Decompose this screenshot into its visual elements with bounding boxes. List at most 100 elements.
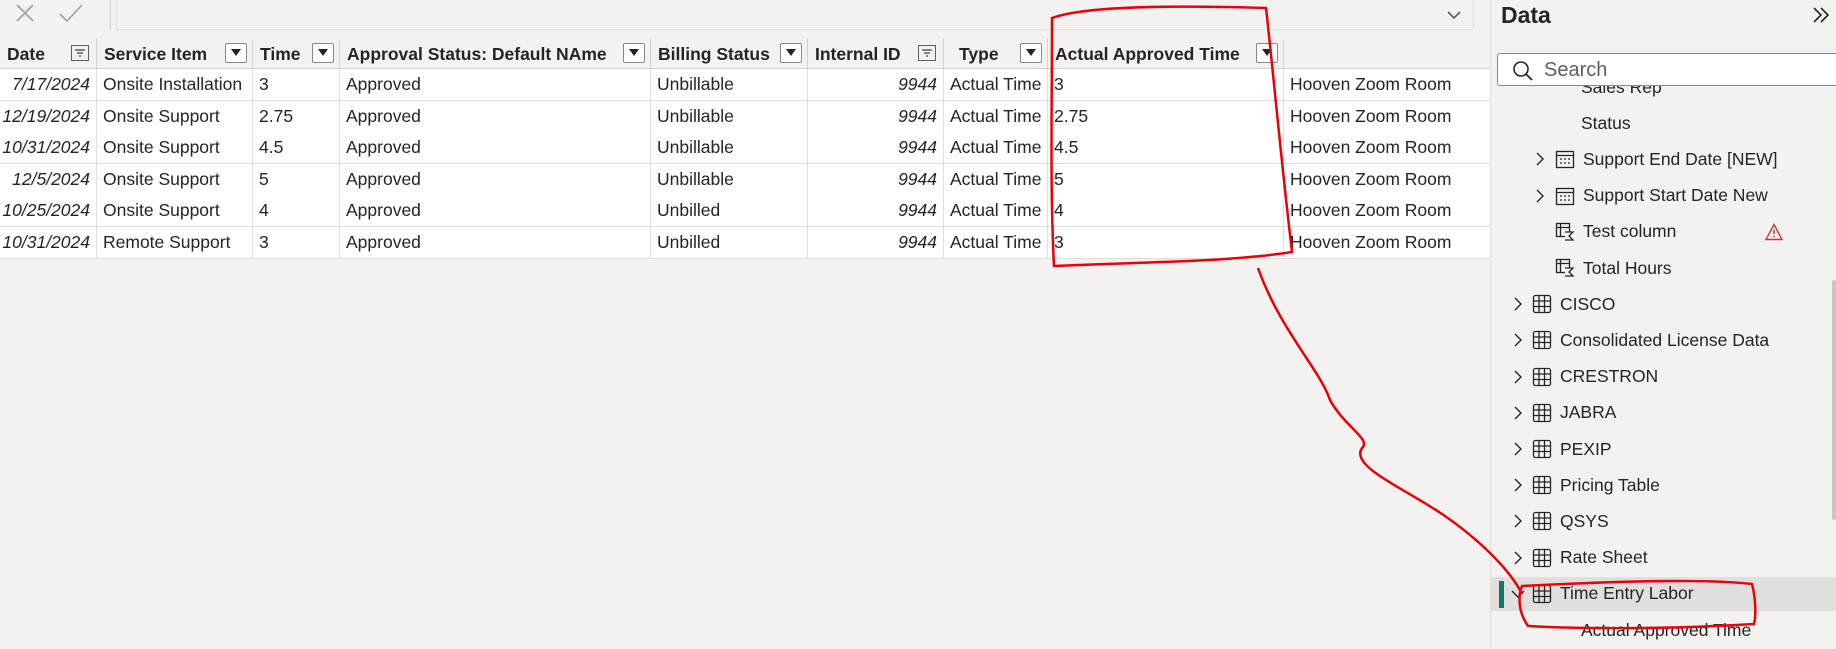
cell-date[interactable]: 10/31/2024 — [0, 132, 97, 164]
warning-icon[interactable] — [1765, 222, 1783, 241]
cell-time[interactable]: 5 — [253, 163, 340, 195]
cell-approval-status[interactable]: Approved — [340, 69, 651, 100]
search-input[interactable] — [1544, 58, 1824, 82]
cell-location[interactable]: Hooven Zoom Room — [1284, 69, 1490, 100]
cell-billing-status[interactable]: Unbillable — [651, 163, 808, 195]
cell-type[interactable]: Actual Time — [944, 227, 1048, 258]
cell-internal-id[interactable]: 9944 — [808, 100, 944, 132]
column-filter-button[interactable] — [312, 43, 334, 63]
cell-type[interactable]: Actual Time — [944, 100, 1048, 132]
scrollbar[interactable] — [1832, 280, 1836, 520]
column-header-time[interactable]: Time — [253, 39, 340, 69]
field-item-status[interactable]: Status — [1491, 106, 1836, 140]
cell-time[interactable]: 3 — [253, 227, 340, 258]
field-item-sales-rep[interactable]: Sales Rep — [1491, 86, 1836, 104]
cell-service-item[interactable]: Onsite Support — [97, 132, 253, 164]
formula-input[interactable] — [116, 0, 1474, 30]
table-item-jabra[interactable]: JABRA — [1491, 396, 1836, 430]
cell-billing-status[interactable]: Unbillable — [651, 132, 808, 164]
cell-time[interactable]: 4.5 — [253, 132, 340, 164]
cell-service-item[interactable]: Remote Support — [97, 227, 253, 258]
field-item-support-start-date-new[interactable]: Support Start Date New — [1491, 179, 1836, 213]
cell-date[interactable]: 10/31/2024 — [0, 227, 97, 258]
sort-filter-button[interactable] — [916, 43, 938, 63]
cell-approval-status[interactable]: Approved — [340, 163, 651, 195]
column-filter-button[interactable] — [1020, 43, 1042, 63]
sort-filter-button[interactable] — [69, 43, 91, 63]
chevron-right-icon[interactable] — [1533, 189, 1547, 203]
cell-billing-status[interactable]: Unbillable — [651, 69, 808, 100]
column-header-approval-status[interactable]: Approval Status: Default NAme — [340, 39, 651, 69]
field-item-test-column[interactable]: Test column — [1491, 215, 1836, 249]
chevron-right-icon[interactable] — [1511, 551, 1525, 565]
table-item-qsys[interactable]: QSYS — [1491, 504, 1836, 538]
cell-internal-id[interactable]: 9944 — [808, 132, 944, 164]
cell-location[interactable]: Hooven Zoom Room — [1284, 164, 1490, 195]
table-row[interactable]: 10/25/2024 Onsite Support 4 Approved Unbille… — [0, 195, 1490, 228]
field-item-actual-approved-time[interactable]: Actual Approved Time — [1491, 613, 1836, 647]
cell-actual-approved-time[interactable]: 4.5 — [1048, 132, 1284, 164]
column-header-billing-status[interactable]: Billing Status — [651, 39, 808, 69]
cell-approval-status[interactable]: Approved — [340, 132, 651, 164]
cell-approval-status[interactable]: Approved — [340, 227, 651, 258]
cell-date[interactable]: 10/25/2024 — [0, 195, 97, 227]
cell-service-item[interactable]: Onsite Support — [97, 163, 253, 195]
cell-time[interactable]: 2.75 — [253, 100, 340, 132]
table-item-consolidated-license-data[interactable]: Consolidated License Data — [1491, 323, 1836, 357]
table-row[interactable]: 7/17/2024 Onsite Installation 3 Approved Unb… — [0, 69, 1490, 101]
cell-actual-approved-time[interactable]: 2.75 — [1048, 100, 1284, 132]
column-header-service-item[interactable]: Service Item — [97, 39, 253, 69]
column-header-type[interactable]: Type — [944, 39, 1048, 69]
table-item-rate-sheet[interactable]: Rate Sheet — [1491, 541, 1836, 575]
table-item-pricing-table[interactable]: Pricing Table — [1491, 468, 1836, 502]
table-item-pexip[interactable]: PEXIP — [1491, 432, 1836, 466]
table-row[interactable]: 12/19/2024 Onsite Support 2.75 Approved Unbi… — [0, 100, 1490, 133]
column-header-date[interactable]: Date — [0, 39, 97, 69]
column-header-actual-approved-time[interactable]: Actual Approved Time — [1048, 39, 1284, 69]
collapse-pane-button[interactable] — [1810, 4, 1832, 31]
chevron-down-icon[interactable] — [1511, 587, 1525, 601]
column-filter-button[interactable] — [225, 43, 247, 63]
cell-internal-id[interactable]: 9944 — [808, 163, 944, 195]
chevron-right-icon[interactable] — [1533, 152, 1547, 166]
cell-billing-status[interactable]: Unbilled — [651, 195, 808, 227]
cell-date[interactable]: 12/5/2024 — [0, 163, 97, 195]
cell-type[interactable]: Actual Time — [944, 69, 1048, 100]
cell-time[interactable]: 4 — [253, 195, 340, 227]
cell-date[interactable]: 12/19/2024 — [0, 100, 97, 132]
cell-location[interactable]: Hooven Zoom Room — [1284, 227, 1490, 258]
cell-internal-id[interactable]: 9944 — [808, 69, 944, 100]
search-box[interactable] — [1497, 53, 1836, 86]
table-row[interactable]: 12/5/2024 Onsite Support 5 Approved Unbillab… — [0, 163, 1490, 196]
column-filter-button[interactable] — [623, 43, 645, 63]
cell-actual-approved-time[interactable]: 3 — [1048, 69, 1284, 100]
cell-location[interactable]: Hooven Zoom Room — [1284, 132, 1490, 163]
table-item-time-entry-labor[interactable]: Time Entry Labor — [1491, 576, 1836, 611]
field-item-total-hours[interactable]: Total Hours — [1491, 251, 1836, 285]
commit-button[interactable] — [54, 0, 88, 26]
cancel-button[interactable] — [8, 0, 42, 26]
cell-actual-approved-time[interactable]: 4 — [1048, 195, 1284, 227]
chevron-right-icon[interactable] — [1511, 442, 1525, 456]
cell-type[interactable]: Actual Time — [944, 132, 1048, 164]
cell-type[interactable]: Actual Time — [944, 195, 1048, 227]
cell-location[interactable]: Hooven Zoom Room — [1284, 195, 1490, 226]
cell-approval-status[interactable]: Approved — [340, 100, 651, 132]
cell-service-item[interactable]: Onsite Installation — [97, 69, 253, 100]
cell-actual-approved-time[interactable]: 5 — [1048, 163, 1284, 195]
column-header-internal-id[interactable]: Internal ID — [808, 39, 944, 69]
cell-service-item[interactable]: Onsite Support — [97, 100, 253, 132]
cell-type[interactable]: Actual Time — [944, 163, 1048, 195]
column-filter-button[interactable] — [1256, 43, 1278, 63]
column-filter-button[interactable] — [780, 43, 802, 63]
chevron-right-icon[interactable] — [1511, 333, 1525, 347]
cell-service-item[interactable]: Onsite Support — [97, 195, 253, 227]
chevron-right-icon[interactable] — [1511, 514, 1525, 528]
table-item-cisco[interactable]: CISCO — [1491, 287, 1836, 321]
cell-approval-status[interactable]: Approved — [340, 195, 651, 227]
table-row[interactable]: 10/31/2024 Onsite Support 4.5 Approved Unbil… — [0, 132, 1490, 165]
cell-date[interactable]: 7/17/2024 — [0, 69, 97, 100]
cell-billing-status[interactable]: Unbillable — [651, 100, 808, 132]
chevron-right-icon[interactable] — [1511, 478, 1525, 492]
cell-actual-approved-time[interactable]: 3 — [1048, 227, 1284, 258]
